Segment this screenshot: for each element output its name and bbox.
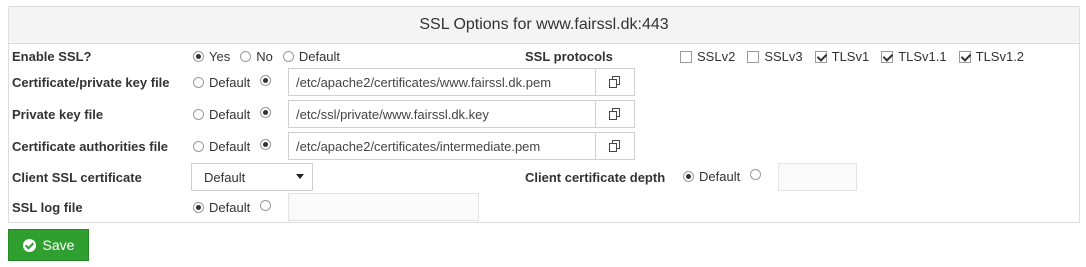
enable-ssl-default-label: Default: [298, 49, 341, 64]
cert-key-file-default-radio[interactable]: [193, 77, 204, 88]
client-depth-label: Client certificate depth: [525, 170, 666, 185]
client-depth-default[interactable]: Default: [683, 169, 740, 184]
save-button[interactable]: Save: [8, 229, 89, 261]
ssl-log-file-label: SSL log file: [12, 200, 83, 215]
protocol-tlsv1-1[interactable]: TLSv1.1: [881, 49, 947, 64]
protocol-tlsv1-1-label: TLSv1.1: [898, 49, 947, 64]
ssl-options-panel: SSL Options for www.fairssl.dk:443 Enabl…: [8, 6, 1080, 223]
enable-ssl-yes-label: Yes: [209, 49, 231, 64]
cert-key-file-field: /etc/apache2/certificates/www.fairssl.dk…: [288, 68, 635, 96]
cert-key-file-mode: Default: [193, 75, 272, 90]
enable-ssl-default-radio[interactable]: [282, 51, 294, 62]
cert-key-file-default-label: Default: [209, 75, 251, 90]
private-key-file-default-label: Default: [209, 107, 251, 122]
panel-title: SSL Options for www.fairssl.dk:443: [419, 16, 669, 33]
file-chooser-icon: [609, 76, 620, 88]
private-key-file-custom-radio[interactable]: [260, 107, 272, 118]
ssl-log-file-default-label: Default: [209, 200, 251, 215]
enable-ssl-no[interactable]: No: [240, 49, 273, 64]
protocol-tlsv1-checkbox[interactable]: [814, 50, 827, 63]
ca-file-default-radio[interactable]: [193, 141, 204, 152]
ca-file-mode: Default: [193, 139, 272, 154]
caret-down-icon: [296, 174, 304, 179]
client-depth-mode: Default: [683, 169, 762, 184]
client-depth-input[interactable]: [778, 163, 857, 191]
protocol-sslv2-label: SSLv2: [697, 49, 736, 64]
enable-ssl-label: Enable SSL?: [12, 49, 92, 64]
ssl-protocols-list: SSLv2 SSLv3 TLSv1 TLSv1.1 TLSv1.2: [680, 49, 1024, 64]
protocol-sslv3[interactable]: SSLv3: [747, 49, 803, 64]
check-circle-icon: [22, 238, 36, 252]
cert-key-file-chooser-button[interactable]: [596, 68, 635, 96]
ca-file-chooser-button[interactable]: [596, 132, 635, 160]
enable-ssl-yes-radio[interactable]: [193, 51, 204, 62]
ca-file-default-label: Default: [209, 139, 251, 154]
cert-key-file-input[interactable]: /etc/apache2/certificates/www.fairssl.dk…: [288, 68, 596, 96]
cert-key-file-label: Certificate/private key file: [12, 75, 170, 90]
ssl-log-file-input[interactable]: [288, 193, 479, 221]
file-chooser-icon: [609, 108, 620, 120]
protocol-sslv2-checkbox[interactable]: [680, 50, 692, 63]
client-depth-default-label: Default: [699, 169, 741, 184]
panel-header: SSL Options for www.fairssl.dk:443: [9, 7, 1079, 44]
protocol-tlsv1-1-checkbox[interactable]: [881, 50, 894, 63]
ssl-log-file-default[interactable]: Default: [193, 200, 250, 215]
private-key-file-input[interactable]: /etc/ssl/private/www.fairssl.dk.key: [288, 100, 596, 128]
save-button-label: Save: [42, 237, 75, 253]
protocol-tlsv1[interactable]: TLSv1: [814, 49, 870, 64]
cert-key-file-custom-radio[interactable]: [260, 75, 272, 86]
ssl-log-file-custom-radio[interactable]: [260, 200, 272, 211]
client-cert-label: Client SSL certificate: [12, 170, 142, 185]
ca-file-field: /etc/apache2/certificates/intermediate.p…: [288, 132, 635, 160]
ca-file-custom-radio[interactable]: [260, 139, 272, 150]
client-depth-custom-radio[interactable]: [750, 169, 762, 180]
private-key-file-default-radio[interactable]: [193, 109, 204, 120]
protocol-sslv3-label: SSLv3: [764, 49, 803, 64]
protocol-sslv3-checkbox[interactable]: [747, 50, 760, 63]
enable-ssl-no-label: No: [256, 49, 273, 64]
private-key-file-default[interactable]: Default: [193, 107, 250, 122]
enable-ssl-yes[interactable]: Yes: [193, 49, 230, 64]
private-key-file-field: /etc/ssl/private/www.fairssl.dk.key: [288, 100, 635, 128]
client-cert-select[interactable]: Default: [191, 163, 313, 191]
ca-file-input[interactable]: /etc/apache2/certificates/intermediate.p…: [288, 132, 596, 160]
enable-ssl-default[interactable]: Default: [282, 49, 341, 64]
client-depth-default-radio[interactable]: [683, 171, 694, 182]
protocol-tlsv1-2-label: TLSv1.2: [975, 49, 1025, 64]
cert-key-file-default[interactable]: Default: [193, 75, 250, 90]
protocol-tlsv1-2-checkbox[interactable]: [958, 50, 971, 63]
ssl-log-file-default-radio[interactable]: [193, 202, 204, 213]
ca-file-default[interactable]: Default: [193, 139, 250, 154]
ssl-protocols-label: SSL protocols: [525, 49, 613, 64]
enable-ssl-options: Yes No Default: [193, 49, 340, 64]
ssl-log-file-mode: Default: [193, 200, 272, 215]
enable-ssl-no-radio[interactable]: [240, 51, 252, 62]
client-cert-selected-value: Default: [204, 169, 246, 185]
private-key-file-chooser-button[interactable]: [596, 100, 635, 128]
protocol-tlsv1-2[interactable]: TLSv1.2: [958, 49, 1025, 64]
ca-file-label: Certificate authorities file: [12, 139, 169, 154]
protocol-tlsv1-label: TLSv1: [831, 49, 870, 64]
private-key-file-mode: Default: [193, 107, 272, 122]
private-key-file-label: Private key file: [12, 107, 104, 122]
file-chooser-icon: [609, 140, 620, 152]
protocol-sslv2[interactable]: SSLv2: [680, 49, 735, 64]
